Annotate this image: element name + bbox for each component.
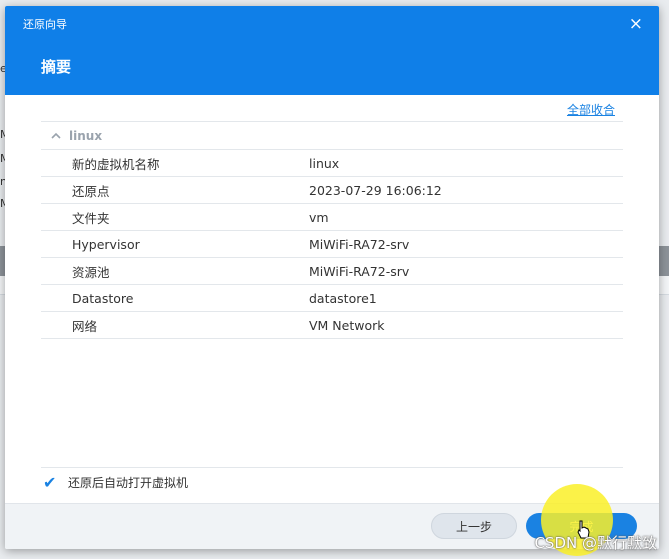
row-key: 新的虚拟机名称 xyxy=(72,156,160,172)
table-row: Hypervisor MiWiFi-RA72-srv xyxy=(41,231,623,258)
row-value: datastore1 xyxy=(309,290,377,306)
restore-wizard-dialog: 还原向导 × 摘要 全部收合 linux 新的虚拟机名称 linux 还原点 2… xyxy=(5,6,659,549)
row-value: linux xyxy=(309,155,340,171)
table-row: 文件夹 vm xyxy=(41,204,623,231)
dialog-header: 还原向导 × 摘要 xyxy=(5,6,659,95)
collapse-all-link[interactable]: 全部收合 xyxy=(567,101,615,118)
watermark: CSDN @默行默致 xyxy=(534,534,657,552)
divider xyxy=(41,467,623,468)
power-on-label: 还原后自动打开虚拟机 xyxy=(68,476,189,490)
row-key: 文件夹 xyxy=(72,210,110,226)
close-icon[interactable]: × xyxy=(629,14,643,34)
row-value: vm xyxy=(309,209,329,225)
step-heading: 摘要 xyxy=(41,58,72,76)
table-row: Datastore datastore1 xyxy=(41,285,623,312)
row-value: VM Network xyxy=(309,317,385,333)
previous-button[interactable]: 上一步 xyxy=(431,513,517,539)
row-value: MiWiFi-RA72-srv xyxy=(309,263,410,279)
row-value: 2023-07-29 16:06:12 xyxy=(309,182,442,198)
table-row: 资源池 MiWiFi-RA72-srv xyxy=(41,258,623,285)
table-row: 还原点 2023-07-29 16:06:12 xyxy=(41,177,623,204)
table-row: 网络 VM Network xyxy=(41,312,623,339)
dialog-title: 还原向导 xyxy=(23,18,67,31)
group-name: linux xyxy=(69,128,103,143)
row-key: Datastore xyxy=(72,290,134,306)
checkmark-icon[interactable]: ✔ xyxy=(43,474,59,491)
power-on-option[interactable]: ✔ 还原后自动打开虚拟机 xyxy=(43,474,188,491)
row-key: 网络 xyxy=(72,318,98,334)
row-value: MiWiFi-RA72-srv xyxy=(309,236,410,252)
table-row: 新的虚拟机名称 linux xyxy=(41,150,623,177)
row-key: 资源池 xyxy=(72,264,110,280)
chevron-up-icon xyxy=(45,129,67,142)
group-header-linux[interactable]: linux xyxy=(41,121,623,150)
summary-table: linux 新的虚拟机名称 linux 还原点 2023-07-29 16:06… xyxy=(41,121,623,339)
row-key: Hypervisor xyxy=(72,236,140,252)
row-key: 还原点 xyxy=(72,183,110,199)
